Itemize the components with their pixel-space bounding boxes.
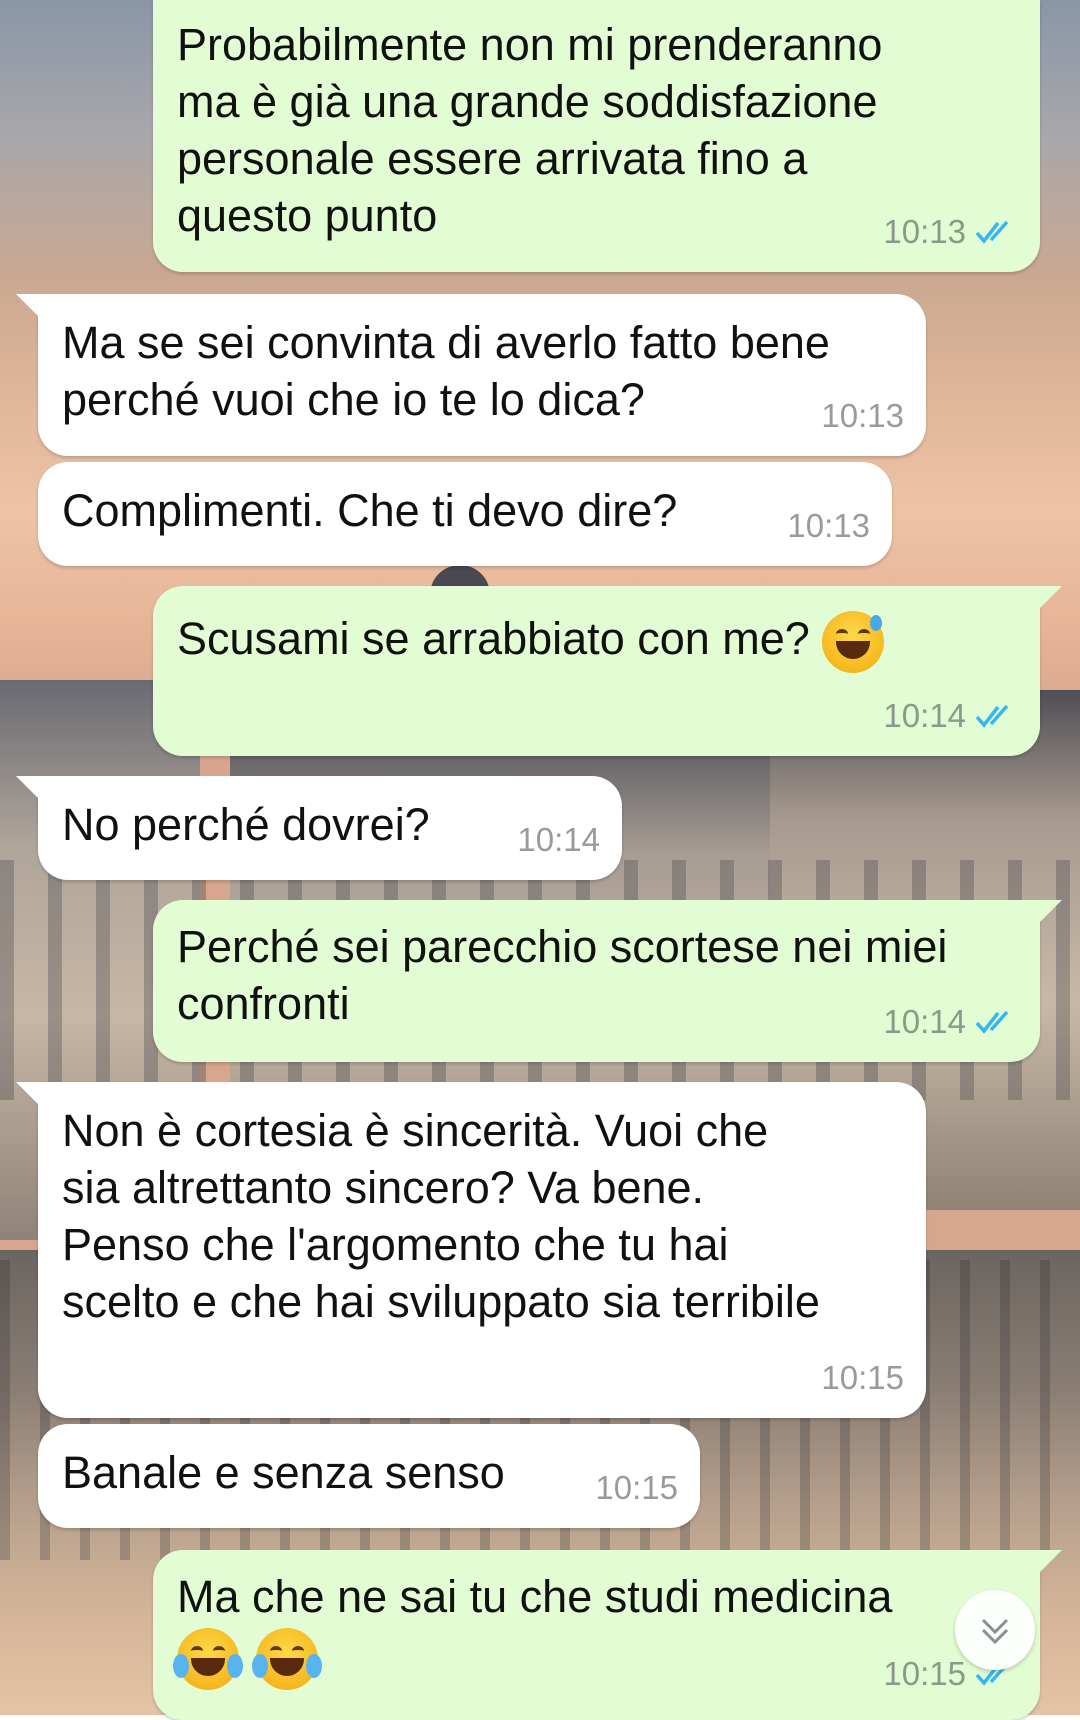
message-meta: 10:13 <box>883 203 1018 260</box>
message-time: 10:15 <box>821 1359 904 1396</box>
message-meta: 10:13 <box>821 387 904 444</box>
message-meta: 10:14 <box>883 687 1018 744</box>
message-meta: 10:14 <box>517 811 600 868</box>
message-text: Ma se sei convinta di averlo fatto bene … <box>62 317 830 425</box>
message-text: Complimenti. Che ti devo dire? <box>62 485 678 536</box>
message-bubble-incoming[interactable]: Ma se sei convinta di averlo fatto bene … <box>16 294 926 456</box>
double-check-icon <box>975 1010 1009 1034</box>
message-bubble-incoming[interactable]: Non è cortesia è sincerità. Vuoi che sia… <box>16 1082 926 1418</box>
tears-of-joy-emoji-icon <box>251 1628 322 1691</box>
message-meta: 10:14 <box>883 993 1018 1050</box>
message-time: 10:13 <box>787 507 870 544</box>
scroll-to-bottom-button[interactable] <box>955 1590 1035 1670</box>
message-time: 10:15 <box>595 1469 678 1506</box>
message-text: Non è cortesia è sincerità. Vuoi che sia… <box>62 1105 820 1327</box>
message-bubble-outgoing[interactable]: Ma che ne sai tu che studi medicina 10:1… <box>153 1550 1062 1720</box>
message-text: Banale e senza senso <box>62 1447 505 1498</box>
message-time: 10:14 <box>883 1003 966 1040</box>
tears-of-joy-emoji-icon <box>173 1628 243 1691</box>
message-text: Scusami se arrabbiato con me? <box>177 613 810 664</box>
message-meta: 10:13 <box>787 497 870 554</box>
double-check-icon <box>975 220 1009 244</box>
message-time: 10:13 <box>821 397 904 434</box>
message-time: 10:14 <box>517 821 600 858</box>
message-bubble-outgoing[interactable]: Scusami se arrabbiato con me? 10:14 <box>153 586 1062 756</box>
sweat-smile-emoji-icon <box>822 611 885 674</box>
message-bubble-outgoing[interactable]: Perché sei parecchio scortese nei miei c… <box>153 900 1062 1062</box>
message-time: 10:15 <box>883 1655 966 1692</box>
message-meta: 10:15 <box>821 1349 904 1406</box>
message-meta: 10:15 <box>595 1459 678 1516</box>
message-bubble-outgoing[interactable]: Probabilmente non mi prenderanno ma è gi… <box>153 0 1040 272</box>
message-time: 10:13 <box>883 213 966 250</box>
message-bubble-incoming[interactable]: Banale e senza senso 10:15 <box>38 1424 700 1528</box>
message-time: 10:14 <box>883 697 966 734</box>
double-check-icon <box>975 704 1009 728</box>
message-bubble-incoming[interactable]: Complimenti. Che ti devo dire? 10:13 <box>38 462 892 566</box>
message-bubble-incoming[interactable]: No perché dovrei? 10:14 <box>16 776 622 880</box>
message-text: Ma che ne sai tu che studi medicina <box>177 1571 893 1622</box>
chevron-double-down-icon <box>981 1618 1009 1645</box>
